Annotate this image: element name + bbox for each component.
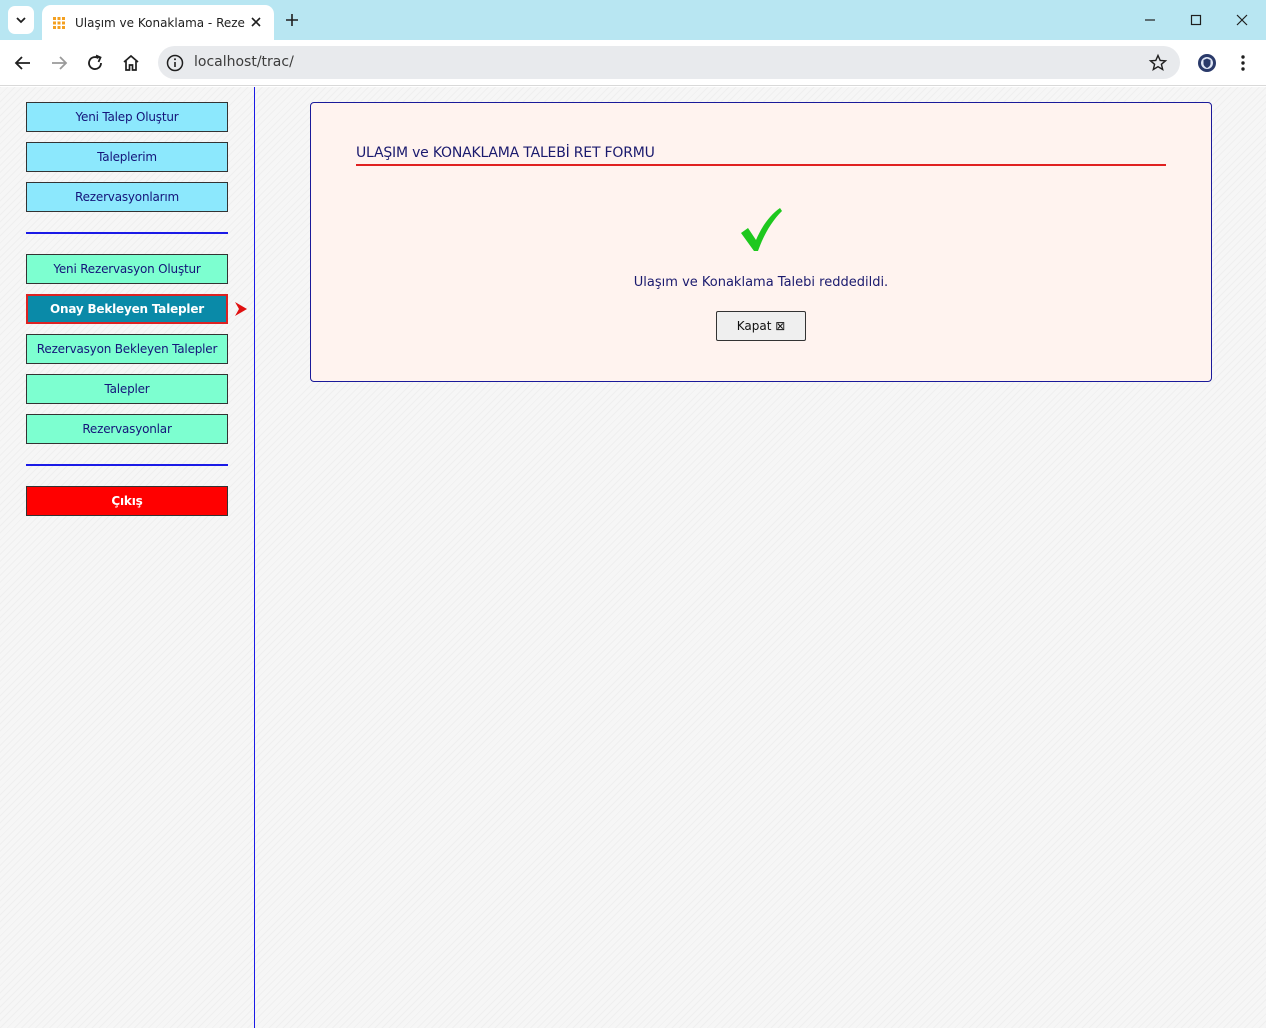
sidebar-divider xyxy=(26,232,228,234)
favicon-icon xyxy=(53,16,65,29)
tab-title: Ulaşım ve Konaklama - Rezervasyon xyxy=(75,15,245,30)
back-icon[interactable] xyxy=(11,51,35,75)
forward-icon[interactable] xyxy=(47,51,71,75)
close-tab-icon[interactable] xyxy=(248,14,264,30)
sidebar-divider xyxy=(26,464,228,466)
active-arrow-icon xyxy=(235,302,247,316)
site-info-icon[interactable] xyxy=(165,53,185,73)
check-icon xyxy=(741,208,782,251)
sidebar-item-new-reservation[interactable]: Yeni Rezervasyon Oluştur xyxy=(26,254,228,284)
home-icon[interactable] xyxy=(119,51,143,75)
sidebar-item-reservations[interactable]: Rezervasyonlar xyxy=(26,414,228,444)
browser-tab[interactable]: Ulaşım ve Konaklama - Rezervasyon xyxy=(42,5,274,40)
sidebar-item-my-requests[interactable]: Taleplerim xyxy=(26,142,228,172)
tab-search-button[interactable] xyxy=(8,6,34,34)
sidebar-item-requests[interactable]: Talepler xyxy=(26,374,228,404)
page-viewport: Yeni Talep Oluştur Taleplerim Rezervasyo… xyxy=(0,87,1266,1028)
maximize-icon[interactable] xyxy=(1184,8,1208,32)
logout-button[interactable]: Çıkış xyxy=(26,486,228,516)
address-bar[interactable]: localhost/trac/ xyxy=(158,46,1180,79)
url-text: localhost/trac/ xyxy=(194,54,294,70)
sidebar: Yeni Talep Oluştur Taleplerim Rezervasyo… xyxy=(0,87,255,1028)
sidebar-item-pending-reservation[interactable]: Rezervasyon Bekleyen Talepler xyxy=(26,334,228,364)
new-tab-icon[interactable] xyxy=(282,10,302,30)
close-window-icon[interactable] xyxy=(1230,8,1254,32)
chevron-down-icon xyxy=(16,17,26,24)
sidebar-item-new-request[interactable]: Yeni Talep Oluştur xyxy=(26,102,228,132)
extension-shield-icon[interactable] xyxy=(1196,52,1218,74)
sidebar-item-pending-approval[interactable]: Onay Bekleyen Talepler xyxy=(26,294,228,324)
sidebar-item-my-reservations[interactable]: Rezervasyonlarım xyxy=(26,182,228,212)
menu-kebab-icon[interactable] xyxy=(1234,52,1252,74)
rejection-result-panel: ULAŞIM ve KONAKLAMA TALEBİ RET FORMU Ula… xyxy=(310,102,1212,382)
close-button[interactable]: Kapat ⊠ xyxy=(716,311,806,341)
status-message: Ulaşım ve Konaklama Talebi reddedildi. xyxy=(633,275,889,290)
browser-tab-bar: Ulaşım ve Konaklama - Rezervasyon xyxy=(0,0,1266,40)
bookmark-star-icon[interactable] xyxy=(1148,53,1168,73)
browser-toolbar: localhost/trac/ xyxy=(0,40,1266,86)
minimize-icon[interactable] xyxy=(1138,8,1162,32)
page-title: ULAŞIM ve KONAKLAMA TALEBİ RET FORMU xyxy=(356,145,1166,166)
reload-icon[interactable] xyxy=(83,51,107,75)
